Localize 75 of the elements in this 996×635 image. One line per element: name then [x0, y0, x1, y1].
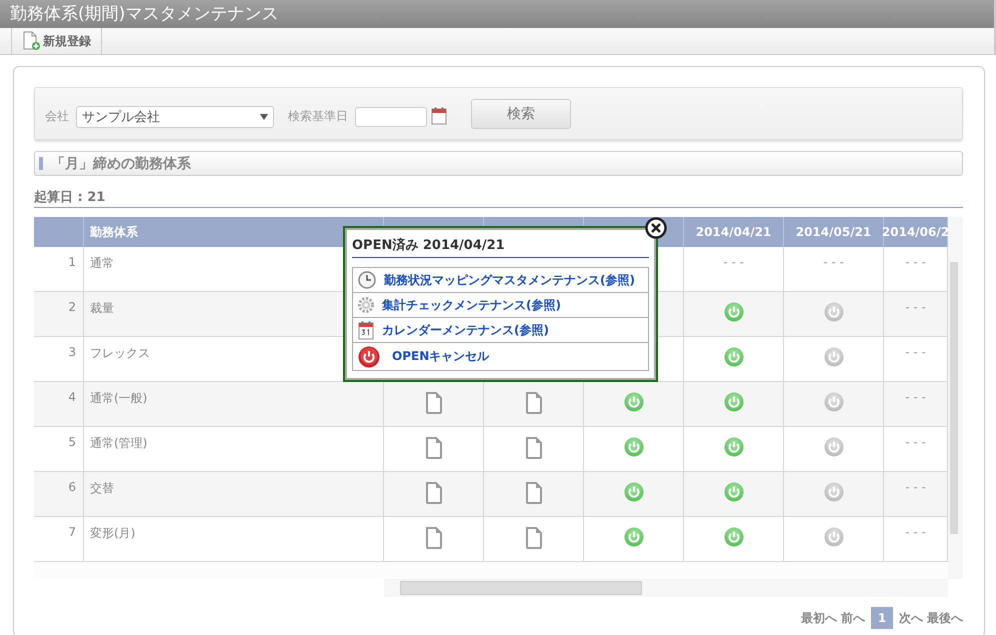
accent-bar	[39, 157, 43, 170]
power-icon[interactable]	[724, 392, 744, 412]
date-label: 検索基準日	[288, 108, 348, 125]
table-cell: 変形(月)	[84, 517, 384, 562]
calendar-icon[interactable]	[431, 106, 447, 124]
row-number: 4	[34, 382, 84, 427]
new-entry-button[interactable]: 新規登録	[11, 28, 102, 54]
table-cell: - - -	[884, 472, 948, 517]
table-cell: 通常(管理)	[84, 427, 384, 472]
table-cell: - - -	[884, 382, 948, 427]
pager-link[interactable]: 最初へ	[801, 610, 837, 626]
document-icon[interactable]	[524, 392, 542, 414]
power-icon[interactable]	[724, 527, 744, 547]
close-icon[interactable]	[645, 217, 667, 239]
power-icon[interactable]	[824, 527, 844, 547]
table-cell: - - -	[884, 427, 948, 472]
caret-icon	[260, 114, 268, 120]
new-document-icon	[22, 31, 40, 51]
power-icon[interactable]	[624, 392, 644, 412]
calendar-icon	[358, 320, 374, 340]
table-cell: - - -	[884, 517, 948, 562]
menu-item[interactable]: 集計チェックメンテナンス(参照)	[353, 292, 648, 317]
company-select[interactable]: サンプル会社	[76, 106, 274, 128]
pager-link[interactable]: 最後へ	[927, 610, 963, 626]
document-icon[interactable]	[424, 527, 442, 549]
document-icon[interactable]	[524, 482, 542, 504]
row-number: 6	[34, 472, 84, 517]
window-title: 勤務体系(期間)マスタメンテナンス	[9, 3, 278, 26]
power-icon[interactable]	[824, 437, 844, 457]
power-icon[interactable]	[824, 302, 844, 322]
column-header: 2014/06/2	[884, 217, 948, 247]
menu-item[interactable]: カレンダーメンテナンス(参照)	[353, 317, 648, 342]
power-icon[interactable]	[724, 482, 744, 502]
section-title: 「月」締めの勤務体系	[51, 154, 191, 172]
row-number: 3	[34, 337, 84, 382]
document-icon[interactable]	[424, 482, 442, 504]
row-number: 7	[34, 517, 84, 562]
pager-link[interactable]: 前へ	[841, 610, 865, 626]
power-icon[interactable]	[624, 482, 644, 502]
search-button[interactable]: 検索	[471, 98, 571, 128]
power-icon	[358, 346, 380, 368]
power-icon[interactable]	[824, 392, 844, 412]
power-icon[interactable]	[824, 482, 844, 502]
vertical-scrollbar[interactable]	[948, 217, 963, 579]
power-icon[interactable]	[624, 437, 644, 457]
power-icon[interactable]	[724, 347, 744, 367]
table-cell: - - -	[784, 247, 884, 292]
document-icon[interactable]	[424, 437, 442, 459]
power-icon[interactable]	[724, 437, 744, 457]
document-icon[interactable]	[524, 527, 542, 549]
company-label: 会社	[45, 108, 69, 125]
row-number: 5	[34, 427, 84, 472]
table-cell: - - -	[884, 292, 948, 337]
clock-icon	[358, 271, 376, 289]
row-number: 2	[34, 292, 84, 337]
document-icon[interactable]	[424, 392, 442, 414]
document-icon[interactable]	[524, 437, 542, 459]
power-icon[interactable]	[824, 347, 844, 367]
power-icon[interactable]	[724, 302, 744, 322]
table-cell: - - -	[884, 337, 948, 382]
start-day-label: 起算日 : 21	[34, 190, 106, 205]
horizontal-scrollbar[interactable]	[384, 579, 948, 597]
table-cell: 通常(一般)	[84, 382, 384, 427]
date-field[interactable]	[355, 106, 427, 126]
table-cell: 交替	[84, 472, 384, 517]
table-cell: - - -	[884, 247, 948, 292]
power-icon[interactable]	[624, 527, 644, 547]
pager-link[interactable]: 次へ	[899, 610, 923, 626]
table-cell: - - -	[684, 247, 784, 292]
popup-title: OPEN済み 2014/04/21	[352, 236, 649, 258]
menu-item[interactable]: OPENキャンセル	[353, 342, 648, 370]
column-header: 2014/04/21	[684, 217, 784, 247]
column-header: 2014/05/21	[784, 217, 884, 247]
gear-icon	[358, 297, 374, 313]
row-number: 1	[34, 247, 84, 292]
